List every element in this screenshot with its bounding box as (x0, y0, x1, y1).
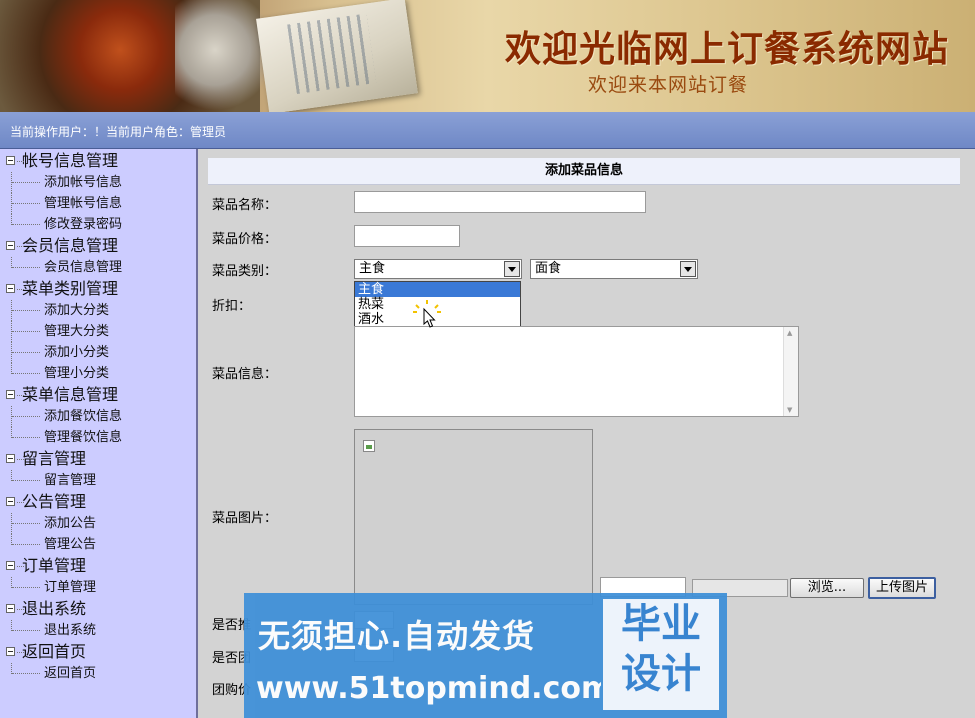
sidebar-item[interactable]: 留言管理 (0, 470, 196, 491)
dish-price-label: 菜品价格： (212, 232, 278, 247)
sidebar-item[interactable]: 管理帐号信息 (0, 193, 196, 214)
sidebar-item[interactable]: 管理大分类 (0, 321, 196, 342)
chevron-down-icon[interactable] (504, 261, 520, 277)
sidebar-group-label: 公告管理 (22, 492, 87, 511)
sidebar-group: 会员信息管理 会员信息管理 (0, 235, 196, 278)
scrollbar[interactable] (783, 327, 798, 416)
banner-food-photo (0, 0, 265, 112)
sidebar-group-header[interactable]: 会员信息管理 (0, 235, 196, 257)
dish-name-label: 菜品名称： (212, 198, 278, 213)
sub-category-select[interactable]: 面食 (530, 259, 698, 279)
sidebar-group-header[interactable]: 帐号信息管理 (0, 150, 196, 172)
collapse-icon[interactable] (6, 561, 24, 570)
watermark-url: www.51topmind.com (256, 671, 613, 706)
sidebar-item[interactable]: 修改登录密码 (0, 214, 196, 235)
sidebar-group: 返回首页 返回首页 (0, 641, 196, 684)
dish-info-textarea[interactable] (354, 326, 799, 417)
watermark-badge-line1: 毕业 (621, 601, 701, 647)
main-category-select[interactable]: 主食 (354, 259, 522, 279)
sidebar-group-header[interactable]: 订单管理 (0, 555, 196, 577)
dish-price-input[interactable] (354, 225, 460, 247)
sidebar-group: 菜单类别管理添加大分类 管理大分类 添加小分类 管理小分类 (0, 278, 196, 384)
banner-title: 欢迎光临网上订餐系统网站 (504, 28, 949, 70)
sidebar-item[interactable]: 添加公告 (0, 513, 196, 534)
sidebar-item[interactable]: 添加大分类 (0, 300, 196, 321)
main-category-value: 主食 (359, 261, 386, 276)
watermark-badge-line2: 设计 (621, 651, 701, 697)
dish-name-input[interactable] (354, 191, 646, 213)
menu-tree: 帐号信息管理 添加帐号信息 管理帐号信息 修改登录密码 会员信息管理 会员信息管理 菜单类别… (0, 149, 196, 684)
sidebar-group-label: 菜单信息管理 (22, 385, 119, 404)
upload-image-button[interactable]: 上传图片 (868, 577, 936, 599)
sidebar-group-header[interactable]: 菜单类别管理 (0, 278, 196, 300)
sidebar-item[interactable]: 退出系统 (0, 620, 196, 641)
current-user-bar: 当前操作用户：！当前用户角色：管理员 (0, 112, 975, 149)
sidebar-item[interactable]: 管理公告 (0, 534, 196, 555)
discount-label: 折扣： (212, 299, 252, 314)
sidebar-group-label: 返回首页 (22, 642, 87, 661)
sidebar-item[interactable]: 返回首页 (0, 663, 196, 684)
sidebar-group-label: 留言管理 (22, 449, 87, 468)
sidebar-group-header[interactable]: 公告管理 (0, 491, 196, 513)
sidebar-group-label: 帐号信息管理 (22, 151, 119, 170)
sidebar-group-header[interactable]: 留言管理 (0, 448, 196, 470)
watermark-badge: 毕业 设计 (601, 597, 721, 712)
banner-card-image (256, 0, 418, 112)
sidebar-group: 公告管理添加公告 管理公告 (0, 491, 196, 555)
browse-button[interactable]: 浏览... (790, 578, 864, 598)
sidebar-item[interactable]: 添加小分类 (0, 342, 196, 363)
collapse-icon[interactable] (6, 390, 24, 399)
collapse-icon[interactable] (6, 284, 24, 293)
mouse-cursor-icon (413, 300, 441, 328)
watermark-line1: 无须担心.自动发货 (258, 617, 536, 655)
sidebar-item[interactable]: 管理餐饮信息 (0, 427, 196, 448)
sidebar-group: 留言管理 留言管理 (0, 448, 196, 491)
sidebar-group: 订单管理 订单管理 (0, 555, 196, 598)
image-preview (354, 429, 593, 605)
collapse-icon[interactable] (6, 156, 24, 165)
dish-image-label: 菜品图片： (212, 511, 278, 526)
dropdown-option[interactable]: 主食 (355, 282, 520, 297)
broken-image-icon (363, 440, 375, 452)
collapse-icon[interactable] (6, 647, 24, 656)
site-banner: 欢迎光临网上订餐系统网站 欢迎来本网站订餐 (0, 0, 975, 114)
sidebar-group-header[interactable]: 退出系统 (0, 598, 196, 620)
dish-category-label: 菜品类别： (212, 264, 278, 279)
watermark-banner: 无须担心.自动发货 www.51topmind.com 毕业 设计 (244, 593, 727, 718)
sidebar-group-label: 订单管理 (22, 556, 87, 575)
sidebar-item[interactable]: 会员信息管理 (0, 257, 196, 278)
banner-subtitle: 欢迎来本网站订餐 (588, 74, 749, 96)
sidebar-item[interactable]: 管理小分类 (0, 363, 196, 384)
collapse-icon[interactable] (6, 241, 24, 250)
sidebar-group-header[interactable]: 返回首页 (0, 641, 196, 663)
collapse-icon[interactable] (6, 454, 24, 463)
sidebar-group-label: 菜单类别管理 (22, 279, 119, 298)
form-title: 添加菜品信息 (208, 158, 960, 185)
sidebar-group: 退出系统 退出系统 (0, 598, 196, 641)
sub-category-value: 面食 (535, 261, 562, 276)
sidebar-group: 菜单信息管理添加餐饮信息 管理餐饮信息 (0, 384, 196, 448)
collapse-icon[interactable] (6, 604, 24, 613)
chevron-down-icon[interactable] (680, 261, 696, 277)
sidebar-menu: 帐号信息管理 添加帐号信息 管理帐号信息 修改登录密码 会员信息管理 会员信息管理 菜单类别… (0, 149, 198, 718)
current-user-text: 当前操作用户：！当前用户角色：管理员 (10, 125, 227, 139)
sidebar-item[interactable]: 添加餐饮信息 (0, 406, 196, 427)
sidebar-group: 帐号信息管理添加帐号信息 管理帐号信息 修改登录密码 (0, 150, 196, 235)
collapse-icon[interactable] (6, 497, 24, 506)
sidebar-group-header[interactable]: 菜单信息管理 (0, 384, 196, 406)
sidebar-item[interactable]: 添加帐号信息 (0, 172, 196, 193)
dish-info-label: 菜品信息： (212, 367, 278, 382)
sidebar-group-label: 会员信息管理 (22, 236, 119, 255)
sidebar-item[interactable]: 订单管理 (0, 577, 196, 598)
sidebar-group-label: 退出系统 (22, 599, 87, 618)
